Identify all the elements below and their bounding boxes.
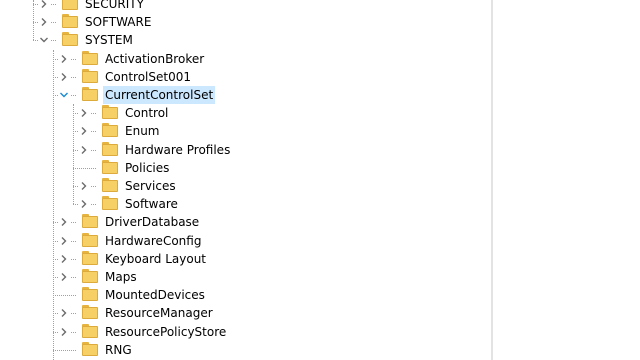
folder-icon <box>82 305 98 320</box>
tree-node-label[interactable]: ControlSet001 <box>103 68 193 86</box>
chevron-right-icon[interactable] <box>58 234 70 247</box>
tree-node[interactable]: HardwareConfig <box>0 232 491 250</box>
chevron-right-icon[interactable] <box>58 70 70 83</box>
tree-node-label[interactable]: Keyboard Layout <box>103 250 208 268</box>
chevron-right-icon[interactable] <box>78 107 90 120</box>
tree-node-label[interactable]: HardwareConfig <box>103 232 203 250</box>
chevron-right-icon[interactable] <box>58 325 70 338</box>
chevron-right-icon[interactable] <box>58 52 70 65</box>
chevron-right-icon[interactable] <box>78 125 90 138</box>
folder-icon <box>62 32 78 47</box>
folder-icon <box>82 341 98 356</box>
folder-icon <box>82 250 98 265</box>
chevron-right-icon[interactable] <box>78 180 90 192</box>
folder-icon <box>102 141 118 156</box>
tree-node[interactable]: CurrentControlSet <box>0 86 491 104</box>
tree-node[interactable]: SOFTWARE <box>0 13 491 31</box>
chevron-right-icon[interactable] <box>38 0 50 10</box>
tree-node[interactable]: Hardware Profiles <box>0 141 491 159</box>
tree-node[interactable]: ResourcePolicyStore <box>0 323 491 341</box>
tree-node[interactable]: MountedDevices <box>0 286 491 304</box>
tree-node-label[interactable]: ActivationBroker <box>103 50 206 68</box>
tree-node-label[interactable]: MountedDevices <box>103 286 207 304</box>
tree-node[interactable]: Software <box>0 195 491 213</box>
folder-icon <box>82 68 98 83</box>
chevron-right-icon[interactable] <box>58 216 70 229</box>
chevron-right-icon[interactable] <box>58 252 70 265</box>
chevron-right-icon[interactable] <box>38 16 50 29</box>
registry-tree-pane[interactable]: SECURITY SOFTWARE SYSTEM ActivationBroker Co… <box>0 0 491 360</box>
tree-node[interactable]: ResourceManager <box>0 304 491 322</box>
folder-icon <box>82 232 98 247</box>
folder-icon <box>82 269 98 283</box>
tree-node-label[interactable]: Software <box>123 195 180 213</box>
tree-node[interactable]: Maps <box>0 268 491 286</box>
tree-node-label[interactable]: DriverDatabase <box>103 213 201 231</box>
tree-node[interactable]: SYSTEM <box>0 31 491 49</box>
chevron-right-icon[interactable] <box>78 198 90 211</box>
folder-icon <box>102 123 118 138</box>
values-pane[interactable] <box>493 0 640 360</box>
tree-node-label[interactable]: Enum <box>123 122 161 140</box>
folder-icon <box>62 14 78 29</box>
folder-icon <box>102 105 118 120</box>
tree-node[interactable]: ActivationBroker <box>0 50 491 68</box>
tree-node-label[interactable]: Control <box>123 104 170 122</box>
chevron-down-icon[interactable] <box>58 89 70 101</box>
folder-icon <box>82 287 98 302</box>
tree-node-label[interactable]: RNG <box>103 341 134 359</box>
chevron-right-icon[interactable] <box>58 307 70 320</box>
folder-icon <box>82 323 98 338</box>
tree-node[interactable]: Enum <box>0 122 491 140</box>
chevron-down-icon[interactable] <box>38 34 50 47</box>
tree-node-label[interactable]: Maps <box>103 268 139 286</box>
tree-node-label[interactable]: ResourcePolicyStore <box>103 323 228 341</box>
tree-node[interactable]: DriverDatabase <box>0 213 491 231</box>
tree-node-label[interactable]: Hardware Profiles <box>123 141 232 159</box>
chevron-right-icon[interactable] <box>78 143 90 156</box>
chevron-right-icon[interactable] <box>58 271 70 283</box>
tree-node-label[interactable]: Policies <box>123 159 171 177</box>
tree-node-label[interactable]: Services <box>123 177 178 195</box>
tree-node-label[interactable]: SECURITY <box>83 0 146 13</box>
tree-node[interactable]: SECURITY <box>0 0 491 13</box>
folder-icon <box>62 0 78 10</box>
tree-node[interactable]: Control <box>0 104 491 122</box>
folder-icon <box>82 87 98 101</box>
tree-node-label[interactable]: ResourceManager <box>103 304 215 322</box>
folder-icon <box>82 214 98 229</box>
folder-icon <box>82 50 98 65</box>
tree-node-label[interactable]: SYSTEM <box>83 31 135 49</box>
tree-node-label[interactable]: SOFTWARE <box>83 13 153 31</box>
folder-icon <box>102 196 118 211</box>
folder-icon <box>102 159 118 174</box>
tree-node[interactable]: Keyboard Layout <box>0 250 491 268</box>
tree-node[interactable]: RNG <box>0 341 491 359</box>
tree-node[interactable]: Policies <box>0 159 491 177</box>
tree-node[interactable]: Services <box>0 177 491 195</box>
tree-node[interactable]: ControlSet001 <box>0 68 491 86</box>
folder-icon <box>102 178 118 192</box>
tree-node-label[interactable]: CurrentControlSet <box>103 86 216 104</box>
